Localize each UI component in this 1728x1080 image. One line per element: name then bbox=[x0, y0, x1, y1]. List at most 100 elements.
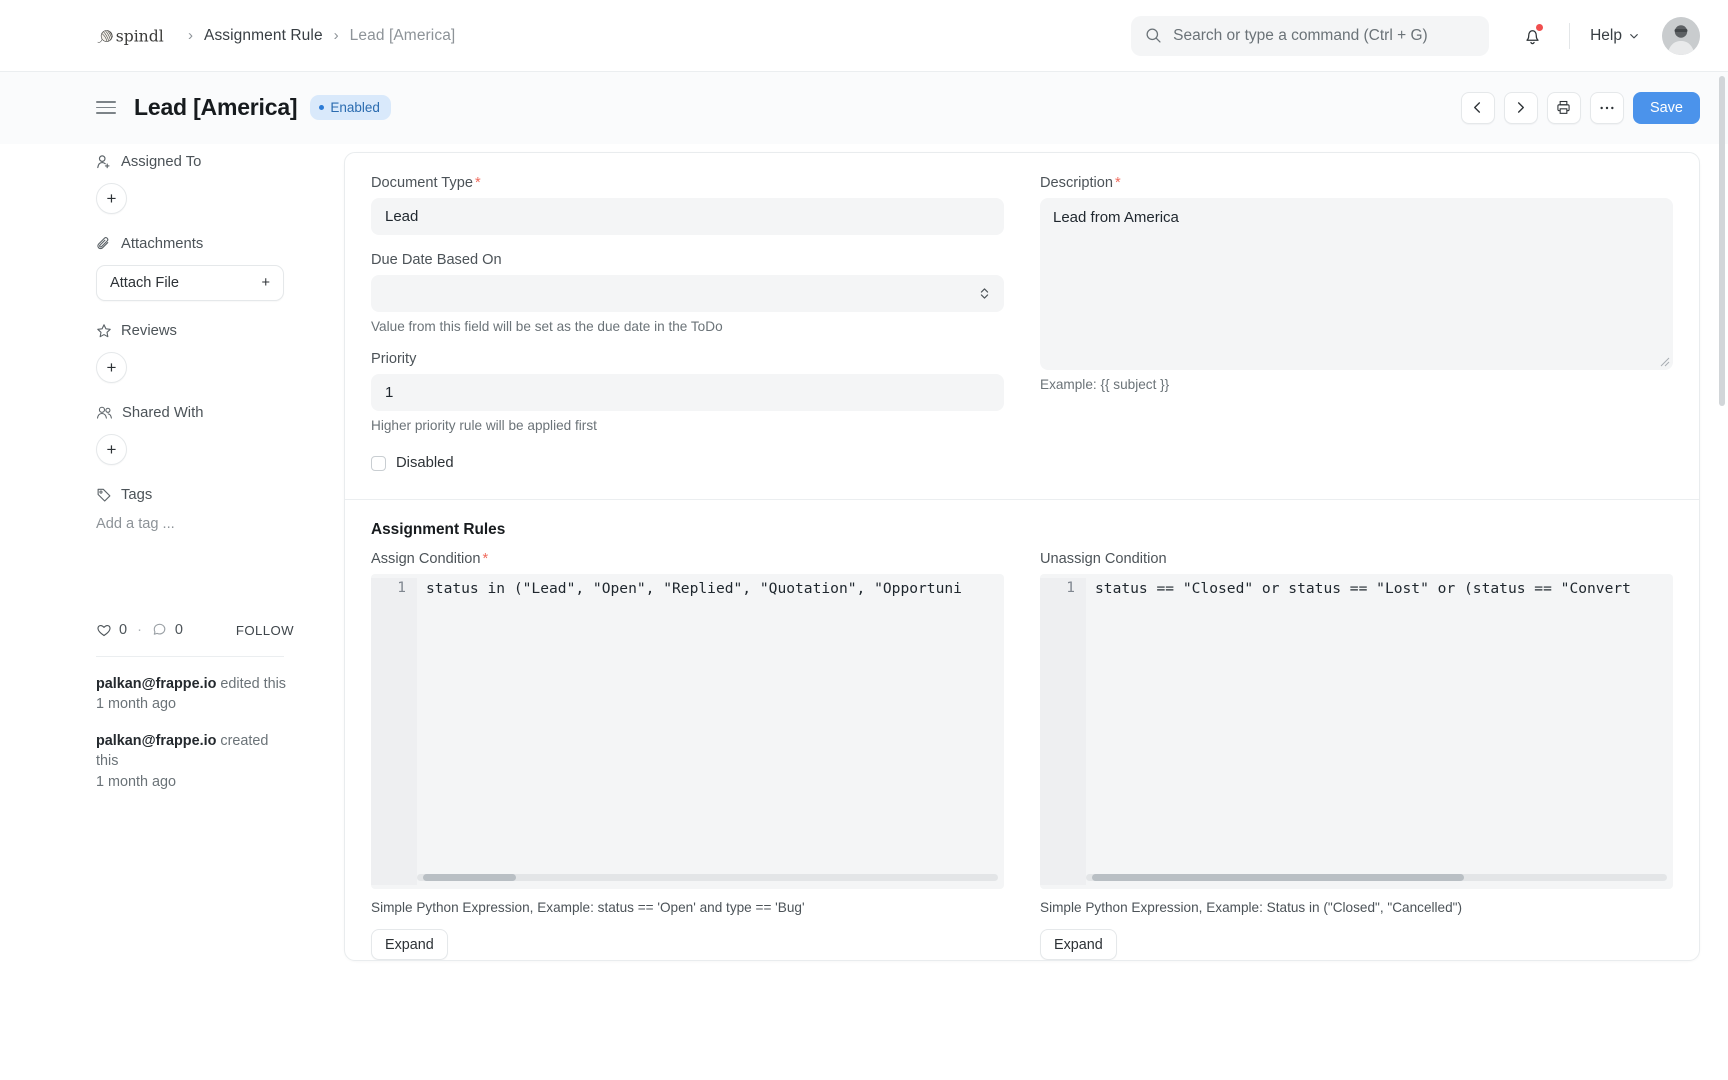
due-date-helper-text: Value from this field will be set as the… bbox=[371, 319, 1004, 334]
sidebar-section-shared-with: Shared With + bbox=[96, 405, 318, 465]
activity-user: palkan@frappe.io bbox=[96, 733, 216, 749]
brand[interactable]: spindl bbox=[96, 17, 174, 55]
chevron-down-icon bbox=[1628, 30, 1640, 42]
page-scrollbar[interactable] bbox=[1719, 76, 1725, 406]
document-type-label: Document Type* bbox=[371, 175, 1004, 191]
disabled-checkbox-label: Disabled bbox=[396, 455, 454, 471]
attachments-header: Attachments bbox=[96, 236, 318, 252]
comment-icon[interactable] bbox=[152, 622, 168, 638]
assign-condition-label: Assign Condition* bbox=[371, 551, 1004, 567]
chevron-right-icon bbox=[1514, 101, 1527, 114]
field-due-date-based-on: Due Date Based On Value from this field … bbox=[371, 252, 1004, 334]
previous-document-button[interactable] bbox=[1461, 92, 1495, 124]
spindl-logo-icon: spindl bbox=[96, 17, 174, 55]
assign-condition-block: Assign Condition* 1 status in ("Lead", "… bbox=[371, 551, 1004, 960]
assignment-rules-section-title: Assignment Rules bbox=[345, 500, 1699, 545]
search-input[interactable]: Search or type a command (Ctrl + G) bbox=[1131, 16, 1489, 56]
shared-with-label: Shared With bbox=[122, 405, 203, 421]
unassign-condition-code[interactable]: status == "Closed" or status == "Lost" o… bbox=[1086, 578, 1673, 599]
form-column-right: Description* Lead from America Example: … bbox=[1040, 175, 1673, 471]
attach-file-plus-icon: + bbox=[261, 275, 270, 291]
help-label: Help bbox=[1590, 27, 1622, 45]
field-document-type: Document Type* Lead bbox=[371, 175, 1004, 235]
assign-condition-hscrollbar[interactable] bbox=[417, 874, 998, 881]
shared-with-header: Shared With bbox=[96, 405, 318, 421]
assign-condition-editor[interactable]: 1 status in ("Lead", "Open", "Replied", … bbox=[371, 574, 1004, 889]
unassign-condition-gutter: 1 bbox=[1040, 578, 1086, 885]
star-icon bbox=[96, 323, 112, 339]
description-helper-text: Example: {{ subject }} bbox=[1040, 377, 1673, 392]
activity-item-edited: palkan@frappe.io edited this 1 month ago bbox=[96, 674, 286, 715]
save-button[interactable]: Save bbox=[1633, 92, 1700, 124]
sidebar-divider bbox=[96, 656, 284, 657]
paperclip-icon bbox=[96, 236, 112, 252]
attach-file-button[interactable]: Attach File + bbox=[96, 265, 284, 301]
assign-condition-helper-text: Simple Python Expression, Example: statu… bbox=[371, 900, 1004, 915]
due-date-select[interactable] bbox=[371, 275, 1004, 312]
help-menu-button[interactable]: Help bbox=[1590, 27, 1640, 45]
breadcrumb-item-assignment-rule[interactable]: Assignment Rule bbox=[204, 27, 323, 45]
description-label-text: Description bbox=[1040, 175, 1113, 191]
navbar-right: Search or type a command (Ctrl + G) Help bbox=[1131, 16, 1700, 56]
assigned-to-header: Assigned To bbox=[96, 154, 318, 170]
description-textarea[interactable]: Lead from America bbox=[1040, 198, 1673, 370]
sidebar-toggle-icon[interactable] bbox=[96, 97, 116, 118]
disabled-checkbox[interactable] bbox=[371, 456, 386, 471]
unassign-condition-editor[interactable]: 1 status == "Closed" or status == "Lost"… bbox=[1040, 574, 1673, 889]
tags-header: Tags bbox=[96, 487, 318, 503]
like-count: 0 bbox=[119, 622, 127, 638]
add-share-button[interactable]: + bbox=[96, 434, 127, 465]
breadcrumb-item-current: Lead [America] bbox=[350, 27, 456, 45]
activity-item-created: palkan@frappe.io created this 1 month ag… bbox=[96, 731, 286, 792]
more-actions-button[interactable] bbox=[1590, 92, 1624, 124]
unassign-condition-hscrollbar[interactable] bbox=[1086, 874, 1667, 881]
description-label: Description* bbox=[1040, 175, 1673, 191]
form-main-section: Document Type* Lead Due Date Based On bbox=[345, 153, 1699, 499]
required-asterisk: * bbox=[483, 551, 489, 567]
attach-file-label: Attach File bbox=[110, 275, 179, 291]
assign-condition-code[interactable]: status in ("Lead", "Open", "Replied", "Q… bbox=[417, 578, 1004, 599]
unassign-condition-line: 1 status == "Closed" or status == "Lost"… bbox=[1040, 574, 1673, 885]
heart-icon[interactable] bbox=[96, 622, 112, 638]
social-separator: · bbox=[137, 622, 142, 638]
attachments-label: Attachments bbox=[121, 236, 203, 252]
document-sidebar: Assigned To + Attachments Attach File + bbox=[96, 144, 318, 1080]
add-assignment-button[interactable]: + bbox=[96, 183, 127, 214]
avatar-image bbox=[1662, 17, 1700, 55]
user-avatar[interactable] bbox=[1662, 17, 1700, 55]
priority-input[interactable]: 1 bbox=[371, 374, 1004, 411]
field-description: Description* Lead from America Example: … bbox=[1040, 175, 1673, 392]
conditions-grid: Assign Condition* 1 status in ("Lead", "… bbox=[345, 545, 1699, 960]
print-button[interactable] bbox=[1547, 92, 1581, 124]
notification-dot-badge bbox=[1536, 24, 1543, 31]
resize-grip-icon[interactable] bbox=[1660, 357, 1670, 367]
assign-condition-expand-button[interactable]: Expand bbox=[371, 929, 448, 960]
document-type-input[interactable]: Lead bbox=[371, 198, 1004, 235]
assign-condition-line: 1 status in ("Lead", "Open", "Replied", … bbox=[371, 574, 1004, 885]
assign-condition-gutter: 1 bbox=[371, 578, 417, 885]
unassign-condition-label: Unassign Condition bbox=[1040, 551, 1673, 567]
status-badge-label: Enabled bbox=[330, 100, 380, 115]
activity-user: palkan@frappe.io bbox=[96, 676, 216, 692]
users-icon bbox=[96, 405, 113, 421]
status-badge[interactable]: Enabled bbox=[310, 95, 391, 120]
unassign-condition-expand-button[interactable]: Expand bbox=[1040, 929, 1117, 960]
print-icon bbox=[1556, 100, 1571, 115]
next-document-button[interactable] bbox=[1504, 92, 1538, 124]
add-review-button[interactable]: + bbox=[96, 352, 127, 383]
disabled-checkbox-row[interactable]: Disabled bbox=[371, 455, 1004, 471]
follow-button[interactable]: FOLLOW bbox=[236, 623, 294, 638]
add-tag-input[interactable]: Add a tag ... bbox=[96, 516, 318, 532]
svg-text:spindl: spindl bbox=[116, 27, 164, 45]
unassign-condition-helper-text: Simple Python Expression, Example: Statu… bbox=[1040, 900, 1673, 915]
form-column-left: Document Type* Lead Due Date Based On bbox=[371, 175, 1004, 471]
notifications-button[interactable] bbox=[1515, 19, 1549, 53]
reviews-label: Reviews bbox=[121, 323, 177, 339]
comment-count: 0 bbox=[175, 622, 183, 638]
unassign-condition-block: Unassign Condition 1 status == "Closed" … bbox=[1040, 551, 1673, 960]
due-date-label: Due Date Based On bbox=[371, 252, 1004, 268]
ellipsis-icon bbox=[1599, 105, 1615, 111]
unassign-condition-scroll-thumb bbox=[1092, 874, 1464, 881]
document-type-label-text: Document Type bbox=[371, 175, 473, 191]
select-chevron-updown-icon bbox=[979, 286, 990, 301]
